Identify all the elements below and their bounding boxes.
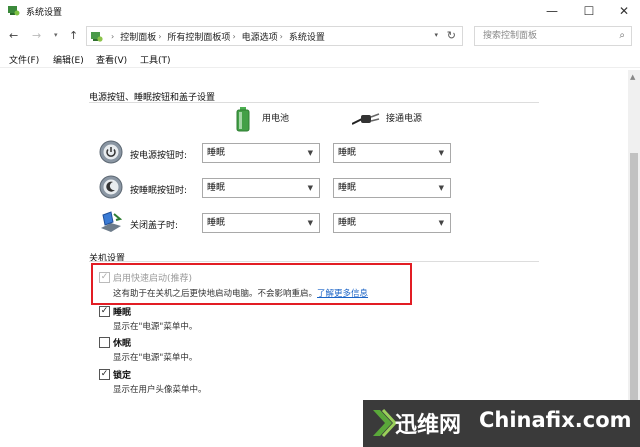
watermark-brand: 迅维网 bbox=[395, 413, 462, 438]
battery-icon bbox=[236, 107, 250, 132]
breadcrumb-separator: › bbox=[111, 31, 115, 41]
hibernate-option-label: 休眠 bbox=[113, 339, 132, 349]
close-button[interactable]: ✕ bbox=[606, 0, 640, 22]
up-button[interactable]: ↑ bbox=[69, 29, 78, 42]
chevron-down-icon: ▼ bbox=[438, 184, 444, 192]
section-divider bbox=[89, 261, 539, 262]
breadcrumb-power-options[interactable]: 电源选项 bbox=[242, 30, 278, 43]
search-icon[interactable]: ⌕ bbox=[619, 27, 625, 45]
hibernate-option-description: 显示在"电源"菜单中。 bbox=[113, 353, 198, 363]
recent-locations-chevron-icon[interactable]: ▾ bbox=[54, 31, 58, 39]
breadcrumb-control-panel[interactable]: 控制面板 bbox=[120, 30, 156, 43]
select-value: 睡眠 bbox=[207, 148, 226, 158]
menu-tools[interactable]: 工具(T) bbox=[140, 53, 171, 66]
power-button-battery-select[interactable]: 睡眠 ▼ bbox=[202, 143, 320, 163]
lock-option-description: 显示在用户头像菜单中。 bbox=[113, 385, 207, 395]
maximize-button[interactable]: ☐ bbox=[571, 0, 607, 22]
select-value: 睡眠 bbox=[207, 218, 226, 228]
menu-view[interactable]: 查看(V) bbox=[96, 53, 127, 66]
select-value: 睡眠 bbox=[207, 183, 226, 193]
main-content: 电源按钮、睡眠按钮和盖子设置 用电池 接通电源 按电源按钮时: 睡眠 ▼ 睡眠 … bbox=[0, 70, 628, 447]
breadcrumb-separator: › bbox=[158, 31, 162, 41]
lid-close-plugged-select[interactable]: 睡眠 ▼ bbox=[333, 213, 451, 233]
power-button-icon bbox=[99, 140, 123, 164]
search-placeholder: 搜索控制面板 bbox=[483, 31, 538, 41]
sleep-button-battery-select[interactable]: 睡眠 ▼ bbox=[202, 178, 320, 198]
laptop-lid-icon bbox=[101, 211, 123, 232]
sleep-button-label: 按睡眠按钮时: bbox=[130, 186, 188, 196]
address-bar: ← → ▾ ↑ › 控制面板 › 所有控制面板项 › 电源选项 › 系统设置 ▾… bbox=[0, 23, 640, 49]
sleep-button-icon bbox=[99, 175, 123, 199]
column-plugged-in: 接通电源 bbox=[386, 114, 423, 124]
sleep-option-label: 睡眠 bbox=[113, 308, 132, 318]
chevron-down-icon: ▼ bbox=[307, 184, 313, 192]
chevron-down-icon: ▼ bbox=[307, 219, 313, 227]
watermark-site: Chinafix.com bbox=[479, 408, 632, 432]
power-button-label: 按电源按钮时: bbox=[130, 151, 188, 161]
sleep-option-description: 显示在"电源"菜单中。 bbox=[113, 322, 198, 332]
search-input[interactable]: 搜索控制面板 ⌕ bbox=[474, 26, 632, 46]
control-panel-icon bbox=[91, 31, 103, 42]
back-button[interactable]: ← bbox=[9, 29, 18, 42]
power-plug-icon bbox=[352, 113, 380, 125]
lock-option-label: 锁定 bbox=[113, 371, 132, 381]
breadcrumb-separator: › bbox=[279, 31, 283, 41]
chevron-down-icon: ▼ bbox=[307, 149, 313, 157]
sleep-button-plugged-select[interactable]: 睡眠 ▼ bbox=[333, 178, 451, 198]
sleep-checkbox[interactable]: ✓ bbox=[99, 306, 110, 317]
forward-button[interactable]: → bbox=[32, 29, 41, 42]
menu-bar: 文件(F) 编辑(E) 查看(V) 工具(T) bbox=[0, 50, 640, 68]
power-button-plugged-select[interactable]: 睡眠 ▼ bbox=[333, 143, 451, 163]
lid-close-label: 关闭盖子时: bbox=[130, 221, 179, 231]
chevron-down-icon: ▼ bbox=[438, 149, 444, 157]
breadcrumb-all-items[interactable]: 所有控制面板项 bbox=[167, 30, 230, 43]
hibernate-checkbox[interactable] bbox=[99, 337, 110, 348]
lock-checkbox[interactable]: ✓ bbox=[99, 369, 110, 380]
vertical-scrollbar[interactable]: ▲ bbox=[628, 70, 640, 447]
breadcrumb-separator: › bbox=[232, 31, 236, 41]
minimize-button[interactable]: — bbox=[534, 0, 570, 22]
scroll-up-icon[interactable]: ▲ bbox=[630, 73, 635, 81]
menu-edit[interactable]: 编辑(E) bbox=[53, 53, 84, 66]
select-value: 睡眠 bbox=[338, 183, 357, 193]
breadcrumb-system-settings[interactable]: 系统设置 bbox=[289, 30, 325, 43]
title-bar: 系统设置 — ☐ ✕ bbox=[0, 0, 640, 22]
lid-close-battery-select[interactable]: 睡眠 ▼ bbox=[202, 213, 320, 233]
system-settings-icon bbox=[8, 6, 20, 16]
section-divider bbox=[89, 102, 539, 103]
select-value: 睡眠 bbox=[338, 218, 357, 228]
select-value: 睡眠 bbox=[338, 148, 357, 158]
highlight-box bbox=[91, 263, 412, 305]
chevron-down-icon: ▼ bbox=[438, 219, 444, 227]
menu-file[interactable]: 文件(F) bbox=[9, 53, 39, 66]
refresh-icon[interactable]: ↻ bbox=[447, 29, 456, 42]
column-battery: 用电池 bbox=[262, 114, 290, 124]
watermark: 迅维网 Chinafix.com bbox=[363, 400, 640, 447]
address-dropdown-chevron-icon[interactable]: ▾ bbox=[434, 31, 438, 39]
breadcrumb[interactable]: › 控制面板 › 所有控制面板项 › 电源选项 › 系统设置 ▾ ↻ bbox=[86, 26, 463, 46]
window-title: 系统设置 bbox=[26, 8, 63, 18]
